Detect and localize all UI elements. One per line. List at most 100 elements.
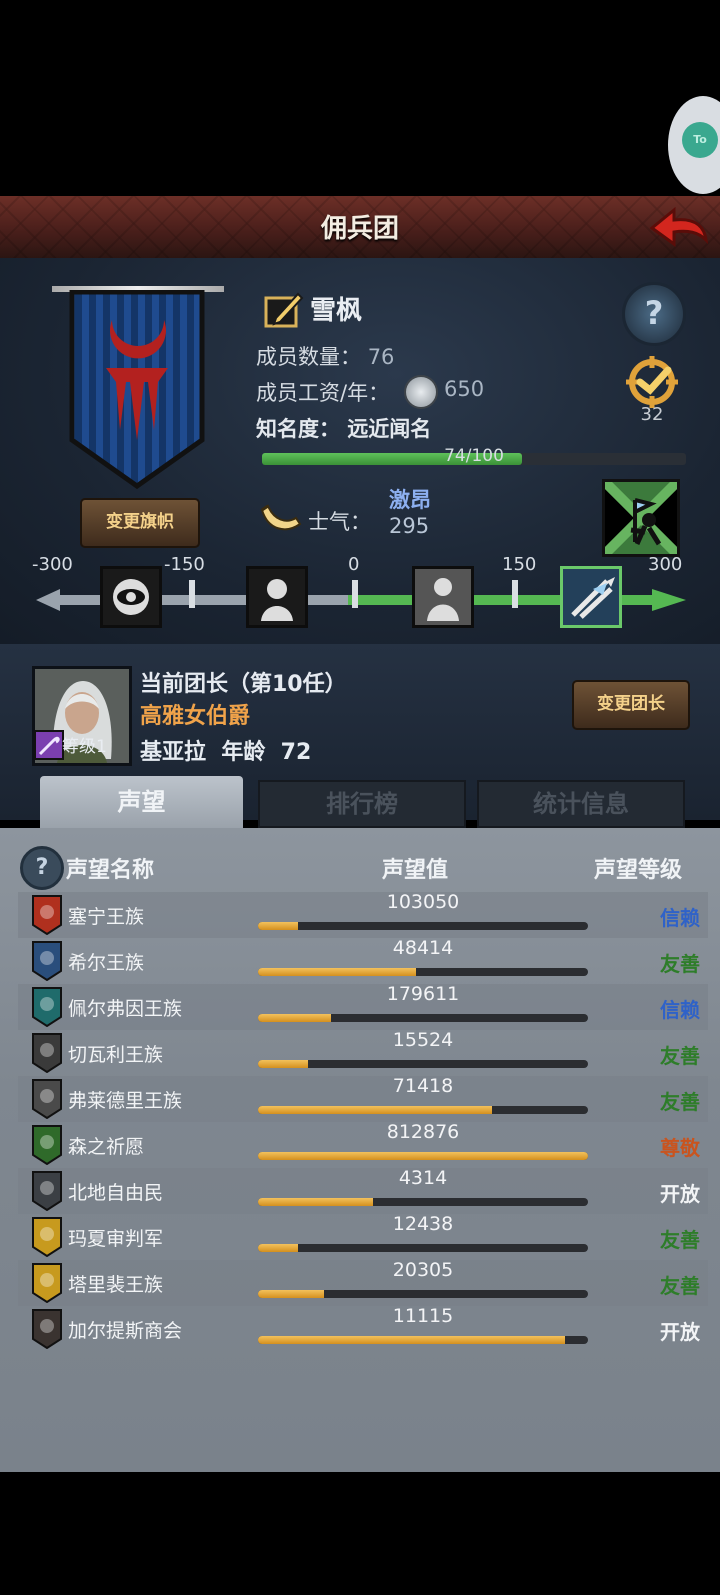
reputation-row[interactable]: 北地自由民 4314 开放 — [18, 1167, 708, 1214]
tab-statistics[interactable]: 统计信息 — [477, 780, 685, 828]
reputation-value: 48414 — [392, 937, 454, 959]
morale-scale-min: -300 — [32, 554, 73, 575]
target-check-icon[interactable] — [622, 356, 682, 408]
faction-crest-icon — [32, 895, 62, 936]
title-bar: 佣兵团 — [0, 196, 720, 258]
troop-banner — [68, 289, 206, 490]
reputation-value: 103050 — [386, 891, 460, 913]
leader-name-age: 基亚拉 年龄 72 — [140, 740, 312, 765]
reputation-level: 开放 — [660, 1182, 700, 1206]
reputation-level: 友善 — [660, 1228, 700, 1252]
reputation-value: 15524 — [392, 1029, 454, 1051]
reputation-bar-fill — [258, 1152, 588, 1160]
wage-label: 成员工资/年： — [256, 381, 390, 405]
faction-name: 北地自由民 — [68, 1182, 164, 1204]
faction-crest-icon — [32, 987, 62, 1028]
members-value: 76 — [367, 345, 395, 369]
reputation-bar — [258, 1060, 588, 1068]
reputation-row[interactable]: 佩尔弗因王族 179611 信赖 — [18, 983, 708, 1030]
reputation-bar-fill — [258, 1198, 373, 1206]
change-banner-button[interactable]: 变更旗帜 — [80, 498, 200, 548]
morale-scale-neg-half: -150 — [164, 554, 205, 575]
reputation-bar-fill — [258, 1244, 298, 1252]
reputation-bar — [258, 968, 588, 976]
wage-stat: 成员工资/年： 650 — [256, 375, 484, 409]
reputation-value: 12438 — [392, 1213, 454, 1235]
reputation-level: 友善 — [660, 1274, 700, 1298]
reputation-bar — [258, 1014, 588, 1022]
reputation-value: 11115 — [392, 1305, 454, 1327]
tab-reputation[interactable]: 声望 — [40, 776, 243, 828]
reputation-value: 179611 — [386, 983, 460, 1005]
morale-status-icon[interactable] — [601, 478, 681, 558]
morale-tick — [512, 580, 518, 608]
faction-name: 玛夏审判军 — [68, 1228, 164, 1250]
reputation-level: 尊敬 — [660, 1136, 700, 1160]
reputation-value: 20305 — [392, 1259, 454, 1281]
edit-name-icon[interactable] — [264, 290, 304, 330]
faction-crest-icon — [32, 1171, 62, 1212]
wage-value: 650 — [444, 377, 485, 401]
faction-name: 塔里裴王族 — [68, 1274, 164, 1296]
faction-name: 加尔提斯商会 — [68, 1320, 183, 1342]
morale-scale-max: 300 — [648, 554, 683, 575]
faction-crest-icon — [32, 1079, 62, 1120]
morale-despair-icon[interactable] — [246, 566, 308, 628]
faction-name: 弗莱德里王族 — [68, 1090, 183, 1112]
reputation-row[interactable]: 弗莱德里王族 71418 友善 — [18, 1075, 708, 1122]
reputation-row[interactable]: 希尔王族 48414 友善 — [18, 937, 708, 984]
floating-assistant-button[interactable]: To — [668, 96, 720, 194]
change-leader-button[interactable]: 变更团长 — [572, 680, 690, 730]
morale-scale-zero: 0 — [348, 554, 360, 575]
leader-level: 等级1 — [62, 737, 107, 757]
reputation-row[interactable]: 加尔提斯商会 11115 开放 — [18, 1305, 708, 1352]
tab-ranking[interactable]: 排行榜 — [258, 780, 466, 828]
reputation-level: 友善 — [660, 952, 700, 976]
help-icon[interactable]: ? — [622, 282, 686, 346]
fame-progress-text: 74/100 — [444, 446, 504, 466]
faction-crest-icon — [32, 1033, 62, 1074]
reputation-value: 812876 — [386, 1121, 460, 1143]
reputation-bar — [258, 1290, 588, 1298]
leader-level-badge: 等级1 — [34, 730, 124, 760]
morale-tick — [352, 580, 358, 608]
reputation-level: 友善 — [660, 1044, 700, 1068]
reputation-level: 信赖 — [660, 998, 700, 1022]
reputation-bar-fill — [258, 968, 416, 976]
silver-coin-icon — [404, 375, 438, 409]
morale-inspired-icon[interactable] — [560, 566, 622, 628]
reputation-value: 71418 — [392, 1075, 454, 1097]
morale-calm-icon[interactable] — [412, 566, 474, 628]
horn-icon — [260, 500, 302, 536]
faction-name: 佩尔弗因王族 — [68, 998, 183, 1020]
faction-crest-icon — [32, 1263, 62, 1304]
assistant-icon: To — [682, 122, 718, 158]
reputation-bar-fill — [258, 1106, 492, 1114]
reputation-help-icon[interactable]: ? — [20, 846, 64, 890]
morale-panic-icon[interactable] — [100, 566, 162, 628]
leader-rank: 高雅女伯爵 — [140, 704, 251, 729]
header-reputation-level: 声望等级 — [594, 858, 683, 883]
reputation-bar-fill — [258, 922, 298, 930]
back-arrow-icon[interactable] — [648, 204, 710, 248]
fame-label: 知名度： — [256, 417, 340, 441]
reputation-bar — [258, 1336, 588, 1344]
staff-icon — [34, 730, 64, 760]
reputation-row[interactable]: 塔里裴王族 20305 友善 — [18, 1259, 708, 1306]
leader-title: 当前团长（第10任） — [140, 672, 347, 697]
reputation-row[interactable]: 玛夏审判军 12438 友善 — [18, 1213, 708, 1260]
reputation-row[interactable]: 塞宁王族 103050 信赖 — [18, 891, 708, 938]
morale-value: 295 — [389, 514, 430, 538]
reputation-row[interactable]: 切瓦利王族 15524 友善 — [18, 1029, 708, 1076]
faction-name: 塞宁王族 — [68, 906, 145, 928]
faction-crest-icon — [32, 941, 62, 982]
members-stat: 成员数量： 76 — [256, 341, 394, 371]
members-label: 成员数量： — [256, 345, 361, 369]
reputation-bar — [258, 1198, 588, 1206]
reputation-row[interactable]: 森之祈愿 812876 尊敬 — [18, 1121, 708, 1168]
reputation-bar — [258, 1106, 588, 1114]
reputation-level: 开放 — [660, 1320, 700, 1344]
morale-state: 激昂 — [389, 488, 431, 512]
reputation-bar-fill — [258, 1014, 331, 1022]
reputation-value: 4314 — [398, 1167, 448, 1189]
